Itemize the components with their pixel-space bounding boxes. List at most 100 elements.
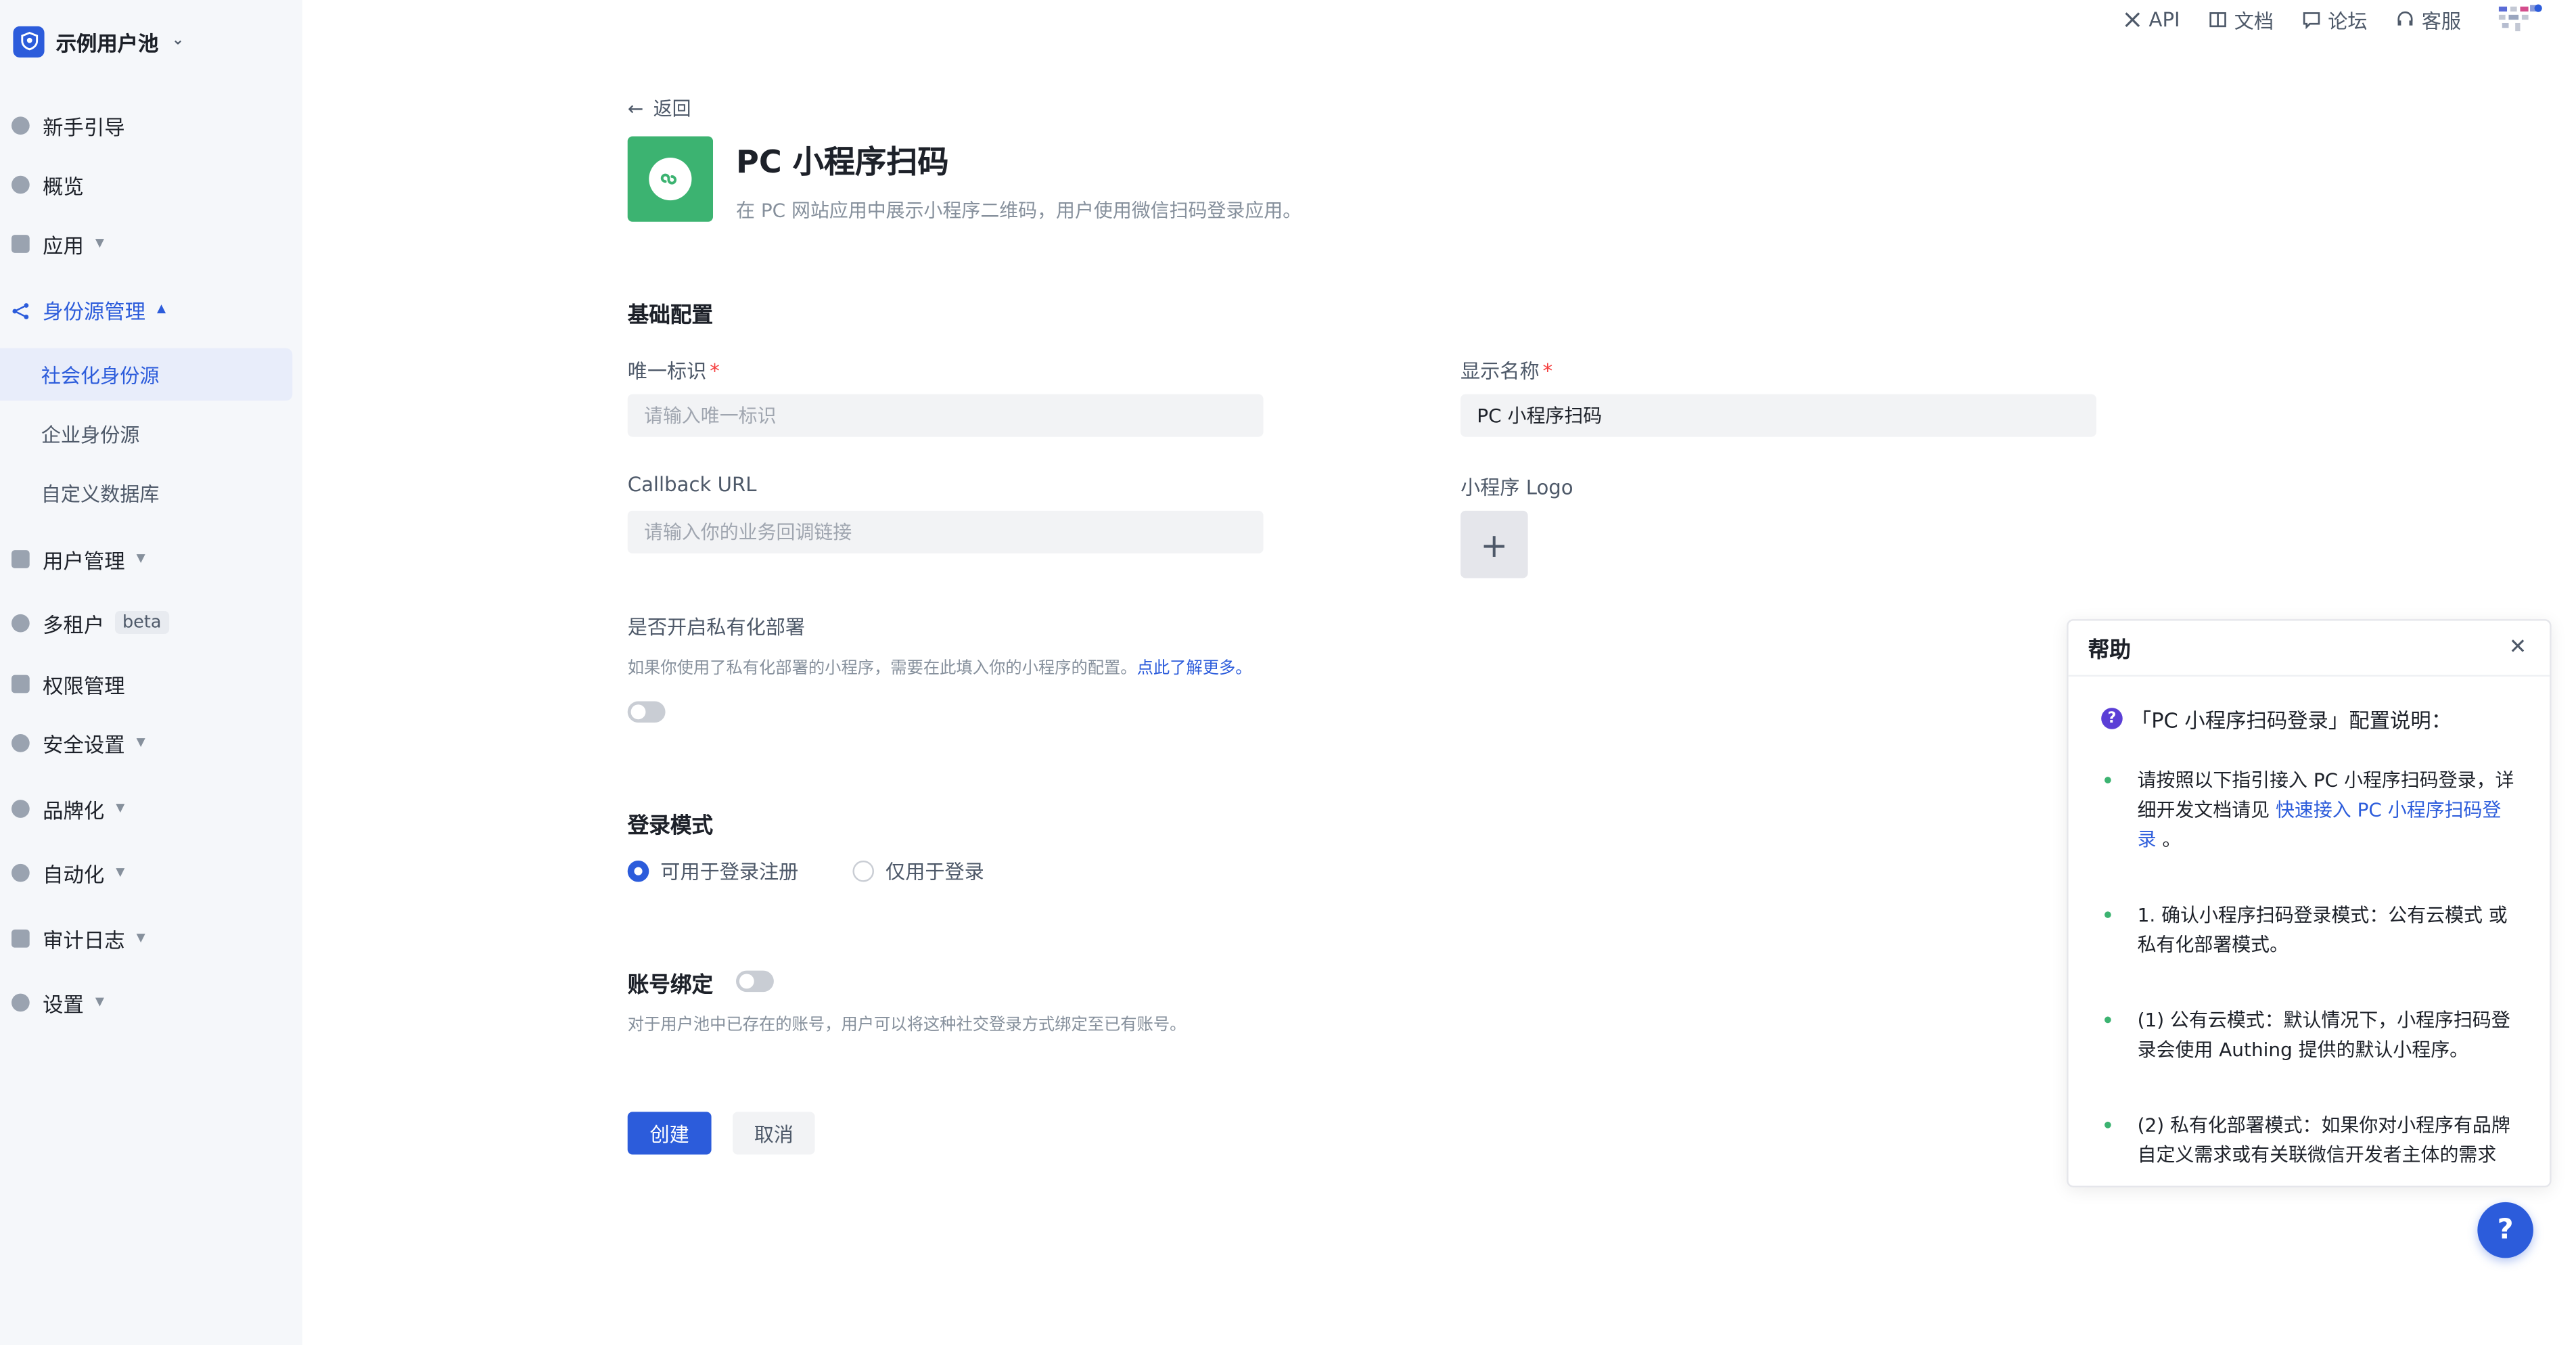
account-binding-title: 账号绑定 <box>627 974 714 999</box>
caret-down-icon: ▼ <box>116 801 125 815</box>
chevron-down-icon: ⌄ <box>171 32 185 49</box>
main-content: ← 返回 PC 小程序扫码 在 PC 网站应用中展示小程序二维码，用户使用微信扫… <box>627 0 2107 1345</box>
help-item-text-end: 。 <box>2156 827 2182 851</box>
shield-logo-icon <box>13 25 45 57</box>
nav-label: 权限管理 <box>43 672 125 698</box>
nav-item-automation[interactable]: 自动化 ▼ <box>0 852 302 892</box>
caret-down-icon: ▼ <box>136 735 145 749</box>
user-avatar[interactable] <box>2497 3 2543 37</box>
callback-url-label: Callback URL <box>627 473 757 497</box>
display-name-label-text: 显示名称 <box>1460 359 1540 383</box>
help-question: ? 「PC 小程序扫码登录」配置说明： <box>2101 703 2452 734</box>
forum-link[interactable]: 论坛 <box>2301 5 2368 33</box>
display-name-input[interactable] <box>1460 394 2096 437</box>
back-link[interactable]: ← 返回 <box>628 95 691 122</box>
caret-down-icon: ▼ <box>95 236 104 250</box>
automation-icon <box>12 863 30 882</box>
sub-item-custom-database[interactable]: 自定义数据库 <box>0 466 292 519</box>
caret-down-icon: ▼ <box>95 995 104 1009</box>
nav-item-security[interactable]: 安全设置 ▼ <box>0 723 302 762</box>
nav-label: 安全设置 <box>43 731 125 756</box>
arrow-left-icon: ← <box>627 97 644 120</box>
headset-icon <box>2397 11 2413 26</box>
nav-label: 设置 <box>43 990 84 1016</box>
share-icon <box>12 300 30 319</box>
nav-item-overview[interactable]: 概览 <box>0 164 302 204</box>
create-button[interactable]: 创建 <box>627 1112 712 1155</box>
log-icon <box>12 928 30 947</box>
account-binding-toggle[interactable] <box>736 970 774 993</box>
private-deploy-label: 是否开启私有化部署 <box>627 616 806 639</box>
logo-label: 小程序 Logo <box>1460 476 1573 499</box>
mode-option-login-register[interactable]: 可用于登录注册 <box>627 857 799 885</box>
sub-item-label: 企业身份源 <box>41 423 140 447</box>
private-hint-text: 如果你使用了私有化部署的小程序，需要在此填入你的小程序的配置。 <box>627 660 1137 679</box>
login-mode-radio-group: 可用于登录注册 仅用于登录 <box>627 857 1038 885</box>
shield-icon <box>12 733 30 752</box>
nav-item-multi-tenant[interactable]: 多租户 beta <box>0 603 302 642</box>
sub-item-social-sources[interactable]: 社会化身份源 <box>0 348 293 401</box>
nav-item-audit-logs[interactable]: 审计日志 ▼ <box>0 918 302 957</box>
user-pool-switcher[interactable]: 示例用户池 ⌄ <box>13 23 184 59</box>
nav-item-permissions[interactable]: 权限管理 <box>0 664 302 703</box>
plus-icon: + <box>1480 524 1509 564</box>
nav-label: 品牌化 <box>43 797 105 822</box>
nav-item-user-management[interactable]: 用户管理 ▼ <box>0 539 302 578</box>
unique-id-input[interactable] <box>627 394 1264 437</box>
api-link[interactable]: API <box>2123 8 2180 31</box>
sub-item-label: 自定义数据库 <box>41 482 160 505</box>
nav-item-identity-sources[interactable]: 身份源管理 ▲ <box>0 289 302 328</box>
caret-down-icon: ▼ <box>136 931 145 944</box>
logo-upload-button[interactable]: + <box>1460 510 1528 578</box>
beta-badge: beta <box>114 610 170 634</box>
nav-label: 用户管理 <box>43 547 125 572</box>
mode-option-label: 可用于登录注册 <box>660 860 799 884</box>
radio-checked[interactable] <box>627 860 649 882</box>
caret-down-icon: ▼ <box>116 865 125 879</box>
docs-link[interactable]: 文档 <box>2208 5 2274 33</box>
nav-label: 身份源管理 <box>43 298 145 323</box>
mode-option-login-only[interactable]: 仅用于登录 <box>852 857 984 885</box>
support-label: 客服 <box>2421 9 2462 32</box>
basic-config-title: 基础配置 <box>627 304 714 329</box>
close-icon[interactable]: ✕ <box>2509 635 2527 660</box>
back-label: 返回 <box>653 97 691 120</box>
guide-icon <box>12 116 30 134</box>
required-mark: * <box>710 359 720 383</box>
caret-up-icon: ▲ <box>156 302 166 316</box>
pie-chart-icon <box>12 175 30 193</box>
help-fab-button[interactable]: ? <box>2477 1202 2533 1258</box>
nav-label: 多租户 <box>43 612 105 637</box>
nav-item-settings[interactable]: 设置 ▼ <box>0 982 302 1022</box>
sub-item-enterprise-sources[interactable]: 企业身份源 <box>0 407 292 460</box>
nav-item-applications[interactable]: 应用 ▼ <box>0 223 302 263</box>
help-item-public-cloud: (1) 公有云模式：默认情况下，小程序扫码登录会使用 Authing 提供的默认… <box>2104 1005 2515 1064</box>
lock-icon <box>12 674 30 693</box>
book-icon <box>2209 12 2226 28</box>
help-panel: 帮助 ✕ ? 「PC 小程序扫码登录」配置说明： 请按照以下指引接入 PC 小程… <box>2067 619 2552 1188</box>
login-mode-title: 登录模式 <box>627 814 714 840</box>
apps-grid-icon <box>12 233 30 252</box>
help-header: 帮助 ✕ <box>2068 621 2550 677</box>
docs-label: 文档 <box>2234 9 2274 32</box>
caret-down-icon: ▼ <box>136 551 145 566</box>
nav-label: 自动化 <box>43 861 105 886</box>
nav-label: 概览 <box>43 173 84 198</box>
support-link[interactable]: 客服 <box>2395 5 2461 33</box>
unique-id-label-text: 唯一标识 <box>627 359 707 383</box>
mini-program-logo <box>627 136 714 222</box>
callback-url-input[interactable] <box>627 510 1264 554</box>
nav-item-branding[interactable]: 品牌化 ▼ <box>0 788 302 827</box>
nav-item-getting-started[interactable]: 新手引导 <box>0 105 302 144</box>
forum-label: 论坛 <box>2328 9 2368 32</box>
cancel-button[interactable]: 取消 <box>733 1112 815 1155</box>
page-description: 在 PC 网站应用中展示小程序二维码，用户使用微信扫码登录应用。 <box>736 198 1302 222</box>
nav-label: 审计日志 <box>43 927 125 952</box>
required-mark: * <box>1542 359 1553 383</box>
private-deploy-toggle[interactable] <box>627 701 666 723</box>
question-circle-icon: ? <box>2101 708 2123 729</box>
learn-more-link[interactable]: 点此了解更多。 <box>1137 660 1252 679</box>
radio-unchecked[interactable] <box>852 860 875 882</box>
message-icon <box>2303 12 2320 30</box>
top-nav: API 文档 论坛 客服 <box>2123 7 2461 33</box>
